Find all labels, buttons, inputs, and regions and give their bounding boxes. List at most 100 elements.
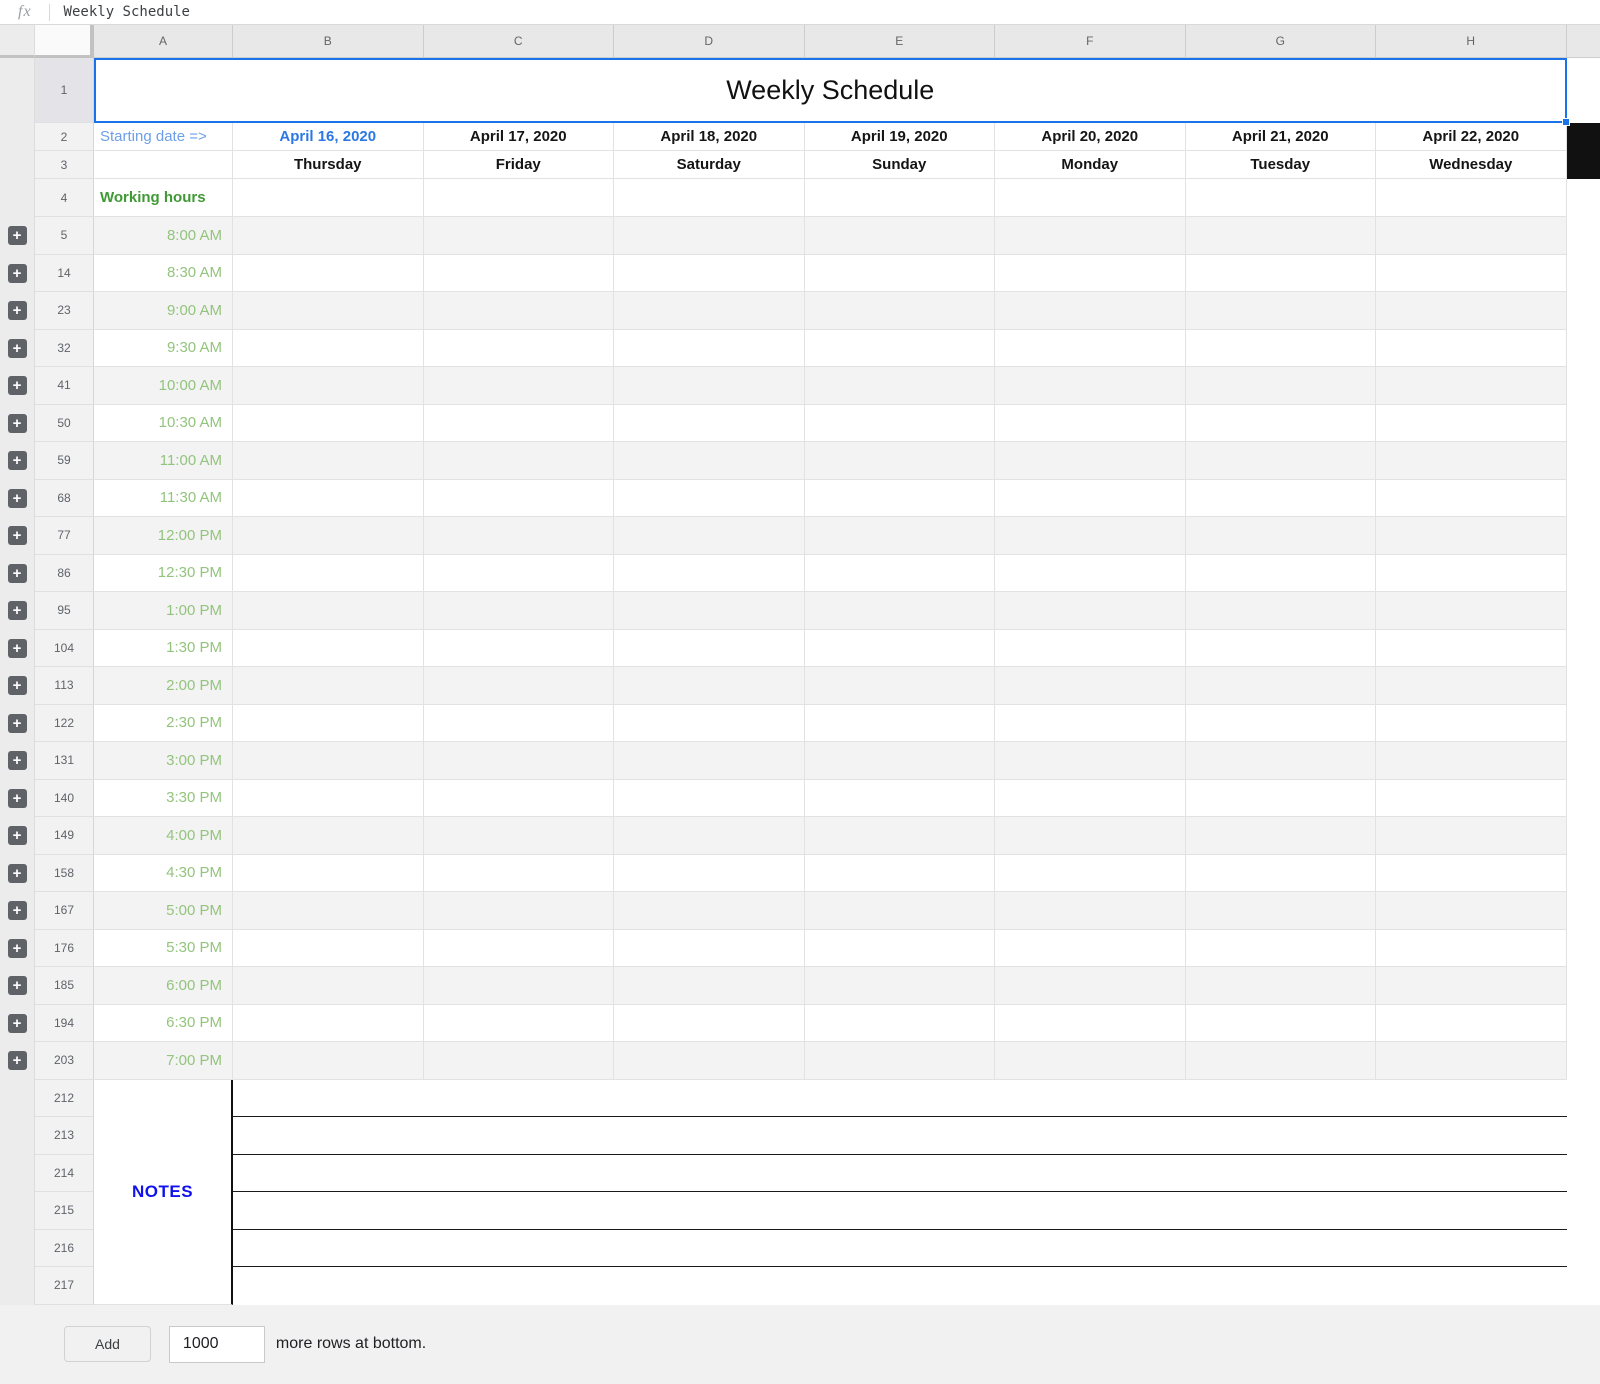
row-header-213[interactable]: 213 xyxy=(35,1117,94,1155)
cell[interactable] xyxy=(805,179,996,217)
cell[interactable] xyxy=(1376,292,1567,330)
cell[interactable] xyxy=(995,480,1186,518)
column-header-b[interactable]: B xyxy=(233,25,424,58)
cell[interactable] xyxy=(614,405,805,443)
cell[interactable] xyxy=(1376,1005,1567,1043)
row-header-167[interactable]: 167 xyxy=(35,892,94,930)
cell[interactable] xyxy=(1376,405,1567,443)
cell[interactable] xyxy=(424,179,615,217)
cell[interactable] xyxy=(614,667,805,705)
cell[interactable] xyxy=(424,480,615,518)
row-header-5[interactable]: 5 xyxy=(35,217,94,255)
row-header-158[interactable]: 158 xyxy=(35,855,94,893)
cell[interactable] xyxy=(424,930,615,968)
cell[interactable] xyxy=(1186,967,1377,1005)
cell[interactable] xyxy=(424,1042,615,1080)
notes-line-cell[interactable] xyxy=(233,1192,1567,1230)
row-header-217[interactable]: 217 xyxy=(35,1267,94,1305)
cell[interactable] xyxy=(995,892,1186,930)
time-cell[interactable]: 2:30 PM xyxy=(94,705,233,743)
cell[interactable] xyxy=(233,442,424,480)
cell[interactable] xyxy=(1376,855,1567,893)
cell[interactable] xyxy=(424,630,615,668)
cell[interactable] xyxy=(995,1005,1186,1043)
cell[interactable] xyxy=(805,330,996,368)
expand-group-button[interactable]: + xyxy=(8,1051,27,1070)
time-cell[interactable]: 10:30 AM xyxy=(94,405,233,443)
cell[interactable] xyxy=(1376,480,1567,518)
cell[interactable] xyxy=(805,217,996,255)
expand-group-button[interactable]: + xyxy=(8,301,27,320)
cell[interactable] xyxy=(614,705,805,743)
cell[interactable] xyxy=(805,967,996,1005)
cell[interactable] xyxy=(614,1005,805,1043)
expand-group-button[interactable]: + xyxy=(8,226,27,245)
row-header-122[interactable]: 122 xyxy=(35,705,94,743)
expand-group-button[interactable]: + xyxy=(8,451,27,470)
time-cell[interactable]: 4:30 PM xyxy=(94,855,233,893)
cell[interactable] xyxy=(424,780,615,818)
cell[interactable] xyxy=(1376,705,1567,743)
expand-group-button[interactable]: + xyxy=(8,714,27,733)
cell[interactable] xyxy=(424,367,615,405)
cell[interactable] xyxy=(1376,630,1567,668)
cell[interactable] xyxy=(424,817,615,855)
date-cell[interactable]: April 22, 2020 xyxy=(1376,123,1567,151)
cell[interactable] xyxy=(805,292,996,330)
row-header-23[interactable]: 23 xyxy=(35,292,94,330)
expand-group-button[interactable]: + xyxy=(8,601,27,620)
row-header-86[interactable]: 86 xyxy=(35,555,94,593)
cell[interactable] xyxy=(233,555,424,593)
row-header-3[interactable]: 3 xyxy=(35,151,94,179)
cell[interactable] xyxy=(233,517,424,555)
cell[interactable] xyxy=(233,292,424,330)
cell[interactable] xyxy=(805,817,996,855)
cell[interactable] xyxy=(805,780,996,818)
cell[interactable] xyxy=(995,742,1186,780)
expand-group-button[interactable]: + xyxy=(8,939,27,958)
cell[interactable] xyxy=(614,255,805,293)
cell[interactable] xyxy=(233,742,424,780)
row-header-1[interactable]: 1 xyxy=(35,58,94,123)
cell[interactable] xyxy=(1186,1042,1377,1080)
time-cell[interactable]: 9:30 AM xyxy=(94,330,233,368)
cell[interactable] xyxy=(805,1042,996,1080)
cell[interactable] xyxy=(233,967,424,1005)
time-cell[interactable]: 1:30 PM xyxy=(94,630,233,668)
cell[interactable] xyxy=(1186,817,1377,855)
cell[interactable] xyxy=(424,705,615,743)
cell[interactable] xyxy=(1186,630,1377,668)
cell[interactable] xyxy=(1186,292,1377,330)
cell[interactable] xyxy=(1376,667,1567,705)
day-cell[interactable]: Thursday xyxy=(233,151,424,179)
expand-group-button[interactable]: + xyxy=(8,564,27,583)
row-header-77[interactable]: 77 xyxy=(35,517,94,555)
row-header-14[interactable]: 14 xyxy=(35,255,94,293)
cell[interactable] xyxy=(1186,330,1377,368)
time-cell[interactable]: 11:00 AM xyxy=(94,442,233,480)
notes-line-cell[interactable] xyxy=(233,1267,1567,1305)
cell[interactable] xyxy=(805,480,996,518)
time-cell[interactable]: 7:00 PM xyxy=(94,1042,233,1080)
cell[interactable] xyxy=(1376,930,1567,968)
cell[interactable] xyxy=(614,742,805,780)
date-cell[interactable]: April 16, 2020 xyxy=(233,123,424,151)
cell[interactable] xyxy=(614,630,805,668)
time-cell[interactable]: 6:30 PM xyxy=(94,1005,233,1043)
formula-input[interactable]: Weekly Schedule xyxy=(64,4,190,20)
cell[interactable] xyxy=(614,367,805,405)
time-cell[interactable]: 10:00 AM xyxy=(94,367,233,405)
notes-line-cell[interactable] xyxy=(233,1230,1567,1268)
cell[interactable] xyxy=(424,855,615,893)
cell[interactable] xyxy=(1186,442,1377,480)
notes-line-cell[interactable] xyxy=(233,1117,1567,1155)
cell[interactable] xyxy=(614,780,805,818)
cell[interactable] xyxy=(424,330,615,368)
row-header-32[interactable]: 32 xyxy=(35,330,94,368)
cell[interactable] xyxy=(424,1005,615,1043)
row-header-185[interactable]: 185 xyxy=(35,967,94,1005)
cell[interactable] xyxy=(424,892,615,930)
time-cell[interactable]: 1:00 PM xyxy=(94,592,233,630)
expand-group-button[interactable]: + xyxy=(8,901,27,920)
cell[interactable] xyxy=(805,667,996,705)
